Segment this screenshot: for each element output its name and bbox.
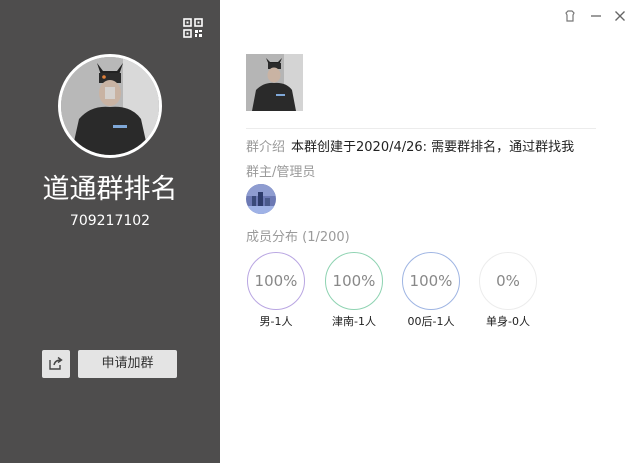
group-photo-thumbnail[interactable] [246, 54, 303, 111]
group-id: 709217102 [69, 213, 151, 229]
minimize-icon[interactable] [588, 8, 604, 24]
stat-caption-single: 单身-0人 [486, 315, 530, 328]
group-profile-panel: 道通群排名 709217102 申请加群 [0, 0, 220, 463]
apply-join-button[interactable]: 申请加群 [78, 350, 177, 378]
skin-icon[interactable] [562, 8, 578, 24]
stat-caption-gender: 男-1人 [259, 315, 293, 328]
qr-code-icon[interactable] [183, 18, 203, 38]
divider [246, 128, 596, 129]
stat-percent: 100% [332, 272, 376, 290]
share-icon [49, 355, 63, 374]
group-avatar[interactable] [58, 54, 162, 158]
stat-circle-age: 100% [402, 252, 460, 310]
stat-caption-region: 津南-1人 [332, 315, 376, 328]
group-name: 道通群排名 [42, 174, 178, 205]
admin-label: 群主/管理员 [246, 165, 316, 180]
stat-percent: 0% [496, 272, 520, 290]
stat-circle-region: 100% [325, 252, 383, 310]
share-button[interactable] [42, 350, 70, 378]
stat-caption-age: 00后-1人 [407, 315, 455, 328]
stat-percent: 100% [254, 272, 298, 290]
group-intro: 群介绍 本群创建于2020/4/26: 需要群排名，通过群找我 [246, 139, 574, 157]
intro-text: 本群创建于2020/4/26: 需要群排名，通过群找我 [291, 140, 575, 155]
stat-circle-gender: 100% [247, 252, 305, 310]
stat-circle-single: 0% [479, 252, 537, 310]
members-distribution-label: 成员分布 (1/200) [246, 230, 350, 245]
stat-percent: 100% [409, 272, 453, 290]
admin-avatar[interactable] [246, 184, 276, 214]
close-icon[interactable] [612, 8, 628, 24]
intro-label: 群介绍 [246, 140, 286, 155]
